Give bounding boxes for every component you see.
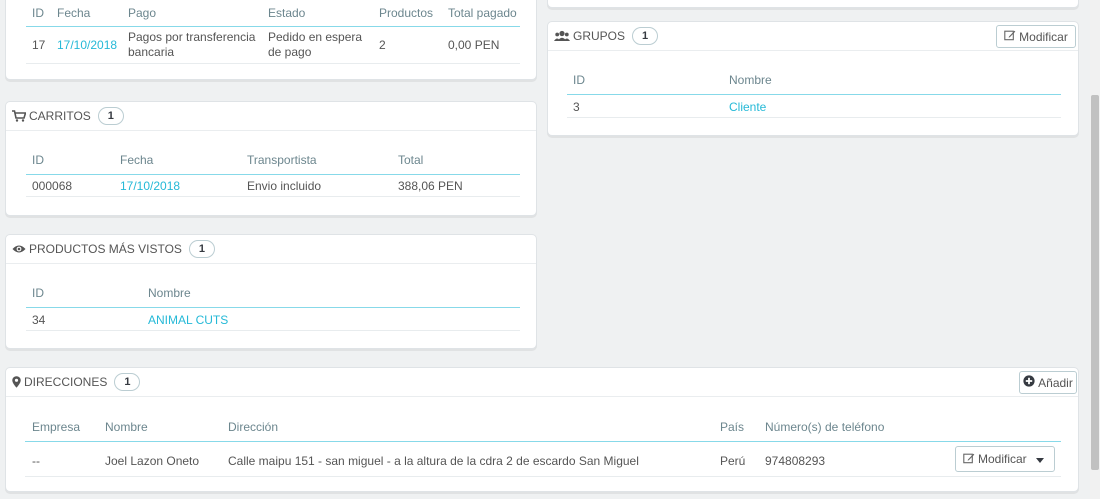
eye-icon: [12, 244, 26, 254]
plus-circle-icon: [1023, 375, 1035, 390]
addresses-col-name: Nombre: [105, 420, 148, 434]
viewed-panel: PRODUCTOS MÁS VISTOS 1 ID Nombre 34 ANIM…: [5, 234, 537, 349]
cart-id: 000068: [32, 179, 73, 193]
order-payment-line1: Pagos por transferencia: [128, 30, 256, 44]
caret-down-icon[interactable]: [1035, 452, 1044, 466]
orders-col-products: Productos: [379, 6, 434, 20]
carts-panel: CARRITOS 1 ID Fecha Transportista Total …: [5, 101, 537, 216]
carts-col-id: ID: [32, 153, 44, 167]
address-country: Perú: [720, 454, 746, 468]
edit-icon: [1004, 29, 1016, 44]
viewed-row-rule: [26, 330, 520, 331]
addresses-row-rule: [25, 476, 1061, 477]
address-text: Calle maipu 151 - san miguel - a la altu…: [228, 454, 639, 468]
order-id: 17: [32, 38, 46, 52]
viewed-header-rule: [26, 307, 520, 308]
addresses-header-rule: [25, 441, 1061, 442]
order-date-link[interactable]: 17/10/2018: [57, 38, 117, 52]
group-name-link[interactable]: Cliente: [729, 100, 766, 114]
carts-count-badge: 1: [97, 107, 124, 125]
map-marker-icon: [12, 376, 21, 388]
groups-title: GRUPOS: [573, 29, 626, 43]
address-phone: 974808293: [765, 454, 826, 468]
groups-header-rule: [567, 94, 1061, 95]
addresses-panel: DIRECCIONES 1 Añadir Empresa Nombre Dire…: [5, 367, 1079, 492]
carts-header-rule: [26, 174, 520, 175]
addresses-col-phone: Número(s) de teléfono: [765, 420, 885, 434]
cart-date-link[interactable]: 17/10/2018: [120, 179, 180, 193]
orders-col-total: Total pagado: [448, 6, 517, 20]
carts-title: CARRITOS: [29, 109, 91, 123]
carts-col-carrier: Transportista: [247, 153, 317, 167]
group-id: 3: [573, 100, 580, 114]
groups-panel: GRUPOS 1 Modificar ID Nombre 3 Cliente: [547, 21, 1079, 136]
viewed-header: PRODUCTOS MÁS VISTOS 1: [6, 235, 536, 264]
viewed-col-id: ID: [32, 286, 44, 300]
address-edit-label: Modificar: [978, 452, 1027, 466]
viewed-title: PRODUCTOS MÁS VISTOS: [29, 242, 182, 256]
order-payment-line2: bancaria: [128, 45, 175, 59]
groups-edit-button[interactable]: Modificar: [996, 25, 1076, 48]
carts-col-total: Total: [398, 153, 424, 167]
right-top-panel: [547, 0, 1079, 8]
carts-row-rule: [26, 196, 520, 197]
addresses-col-country: País: [720, 420, 745, 434]
order-total: 0,00 PEN: [448, 38, 500, 52]
page-scrollbar-thumb[interactable]: [1091, 95, 1099, 470]
groups-row-rule: [567, 117, 1061, 118]
viewed-col-name: Nombre: [148, 286, 191, 300]
add-address-button[interactable]: Añadir: [1019, 371, 1077, 394]
order-status-line2: de pago: [268, 45, 312, 59]
cart-carrier: Envio incluido: [247, 179, 322, 193]
cart-icon: [12, 110, 26, 122]
addresses-title: DIRECCIONES: [24, 375, 108, 389]
orders-col-id: ID: [32, 6, 44, 20]
groups-count-badge: 1: [632, 27, 659, 45]
orders-col-payment: Pago: [128, 6, 157, 20]
orders-header-rule: [26, 26, 520, 27]
viewed-count-badge: 1: [188, 240, 216, 258]
orders-col-status: Estado: [268, 6, 306, 20]
users-icon: [554, 30, 570, 42]
groups-col-name: Nombre: [729, 73, 772, 87]
addresses-col-address: Dirección: [228, 420, 279, 434]
addresses-count-badge: 1: [114, 373, 141, 391]
viewed-product-link[interactable]: ANIMAL CUTS: [148, 313, 228, 327]
groups-col-id: ID: [573, 73, 585, 87]
carts-header: CARRITOS 1: [6, 102, 536, 131]
order-status-line1: Pedido en espera: [268, 30, 363, 44]
address-name: Joel Lazon Oneto: [105, 454, 200, 468]
edit-icon: [963, 452, 975, 467]
addresses-header: DIRECCIONES 1: [6, 368, 1078, 397]
address-edit-button[interactable]: Modificar: [955, 446, 1055, 472]
cart-total: 388,06 PEN: [398, 179, 463, 193]
order-products: 2: [379, 38, 386, 52]
viewed-product-id: 34: [32, 313, 46, 327]
orders-col-date: Fecha: [57, 6, 91, 20]
addresses-col-company: Empresa: [32, 420, 81, 434]
carts-col-date: Fecha: [120, 153, 154, 167]
groups-edit-label: Modificar: [1019, 29, 1068, 44]
orders-row-rule: [26, 63, 520, 64]
orders-panel: ID Fecha Pago Estado Productos Total pag…: [5, 0, 537, 80]
address-company: --: [32, 454, 40, 468]
add-address-label: Añadir: [1038, 375, 1073, 390]
